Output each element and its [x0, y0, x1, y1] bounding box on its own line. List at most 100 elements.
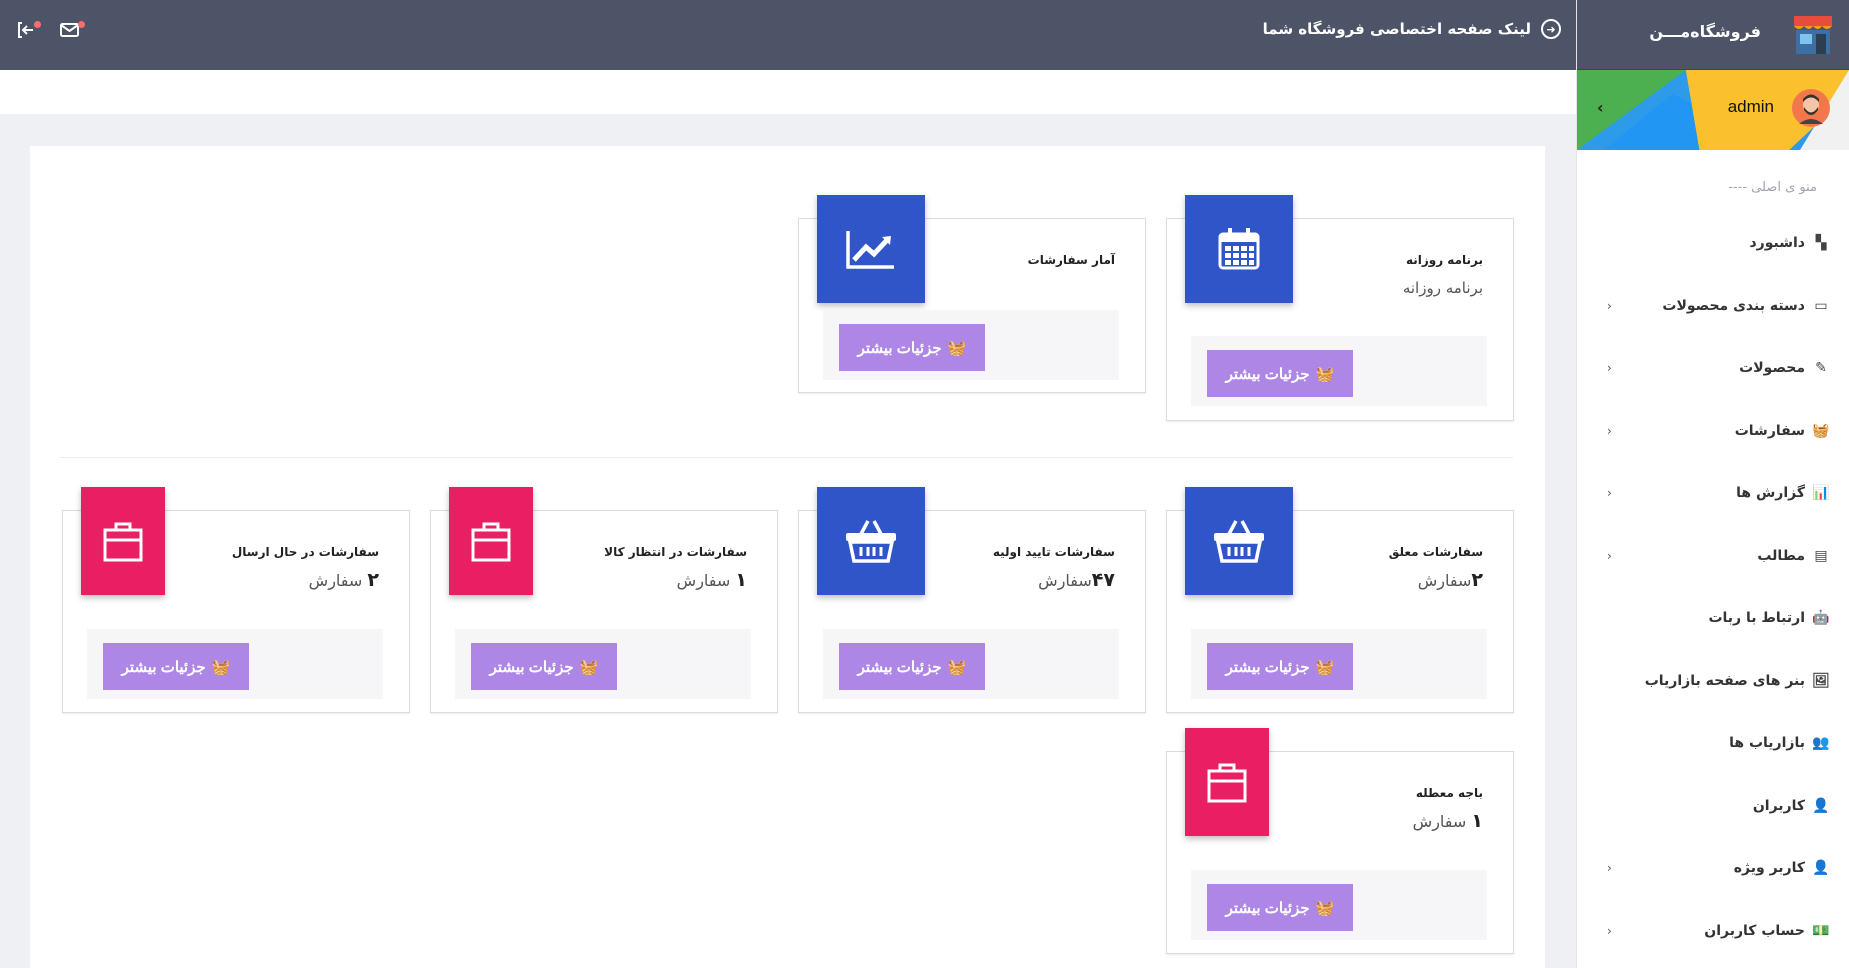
sidebar-item-label: کاربران: [1752, 797, 1805, 814]
count-unit: سفارش: [676, 571, 731, 590]
trending-up-icon: [846, 231, 894, 269]
count-number: ۲: [367, 569, 379, 591]
money-icon: 💵: [1812, 922, 1830, 939]
shopping-bag-icon: [1207, 763, 1247, 803]
messages-button[interactable]: [58, 18, 86, 42]
sidebar-item[interactable]: 📊 گزارش ها ‹: [1577, 462, 1849, 525]
more-details-button[interactable]: 🧺 جزئیات بیشتر: [103, 643, 249, 690]
count-unit: سفارش: [1038, 571, 1092, 590]
top-bar: ➜ لینک صفحه اختصاصی فروشگاه شما: [0, 0, 1576, 70]
card-subtitle: برنامه روزانه: [1402, 279, 1483, 297]
more-details-label: جزئیات بیشتر: [857, 658, 942, 676]
notification-dot: [78, 21, 85, 28]
sidebar-item[interactable]: 🖼 بنر های صفحه بازاریاب: [1577, 650, 1849, 713]
more-details-button[interactable]: 🧺 جزئیات بیشتر: [839, 324, 985, 371]
card-footer: 🧺 جزئیات بیشتر: [823, 629, 1119, 699]
sidebar-item[interactable]: 🧺 سفارشات ‹: [1577, 400, 1849, 463]
sidebar-item[interactable]: ▭ دسته بندی محصولات ‹: [1577, 275, 1849, 338]
section-divider: [60, 457, 1513, 458]
more-details-button[interactable]: 🧺 جزئیات بیشتر: [471, 643, 617, 690]
pending-orders-card: سفارشات معلق ۲سفارش 🧺 جزئیات بیشتر: [1166, 487, 1514, 713]
sidebar-item[interactable]: 👤 کاربر ویژه ‹: [1577, 837, 1849, 900]
sidebar-item[interactable]: ▤ مطالب ‹: [1577, 525, 1849, 588]
sidebar-item-label: مطالب: [1757, 547, 1805, 564]
users-icon: 👥: [1812, 735, 1830, 752]
sidebar-item-label: بازاریاب ها: [1729, 735, 1805, 752]
basket-icon: [846, 520, 896, 563]
sidebar-item-label: محصولات: [1739, 360, 1805, 377]
chevron-left-icon[interactable]: ‹: [1607, 424, 1612, 438]
more-details-button[interactable]: 🧺 جزئیات بیشتر: [839, 643, 985, 690]
order-count: ۲ سفارش: [309, 569, 379, 591]
calendar-icon: [1218, 228, 1260, 270]
order-count: ۱ سفارش: [677, 569, 747, 591]
sidebar-item[interactable]: ✎ محصولات ‹: [1577, 337, 1849, 400]
more-details-button[interactable]: 🧺 جزئیات بیشتر: [1207, 350, 1353, 397]
sidebar-item[interactable]: 👥 بازاریاب ها: [1577, 712, 1849, 775]
image-icon: 🖼: [1812, 672, 1830, 689]
chevron-left-icon[interactable]: ‹: [1607, 361, 1612, 375]
calendar-icon: ▤: [1814, 547, 1828, 564]
daily-schedule-icon-box: [1185, 195, 1293, 303]
more-details-label: جزئیات بیشتر: [1225, 365, 1310, 383]
user-box: ‹ admin: [1577, 70, 1849, 150]
order-count: ۱ سفارش: [1413, 810, 1483, 832]
sidebar-item[interactable]: ▚ داشبورد: [1577, 212, 1849, 275]
stale-orders-card: باجه معطله ۱ سفارش 🧺 جزئیات بیشتر: [1166, 728, 1514, 954]
chevron-left-icon[interactable]: ‹: [1607, 549, 1612, 563]
more-details-label: جزئیات بیشتر: [1225, 658, 1310, 676]
pending-orders-icon-box: [1185, 487, 1293, 595]
count-number: ۱: [1471, 810, 1483, 832]
sidebar-item-label: داشبورد: [1749, 235, 1806, 252]
brand-bar: فروشگاه‌مـــن: [1577, 0, 1849, 70]
avatar[interactable]: [1791, 88, 1831, 128]
notification-dot: [34, 21, 41, 28]
basket-icon: 🧺: [211, 658, 231, 676]
shop-page-link[interactable]: ➜ لینک صفحه اختصاصی فروشگاه شما: [1263, 17, 1561, 41]
sidebar-item-label: گزارش ها: [1736, 485, 1805, 502]
basket-icon: 🧺: [1315, 658, 1335, 676]
count-number: ۴۷: [1091, 569, 1115, 591]
card-title: باجه معطله: [1415, 786, 1483, 800]
android-icon: 🤖: [1812, 610, 1830, 627]
initial-approval-card: سفارشات تایید اولیه ۴۷سفارش 🧺 جزئیات بیش…: [798, 487, 1146, 713]
awaiting-goods-card: سفارشات در انتظار کالا ۱ سفارش 🧺 جزئیات …: [430, 487, 778, 713]
brand-name: فروشگاه‌مـــن: [1649, 22, 1761, 41]
basket-icon: 🧺: [1315, 365, 1335, 383]
sidebar-item-label: بنر های صفحه بازاریاب: [1644, 672, 1805, 689]
basket-icon: [1214, 520, 1264, 563]
sidebar-item-label: حساب کاربران: [1704, 922, 1805, 939]
more-details-label: جزئیات بیشتر: [121, 658, 206, 676]
edit-icon: ✎: [1815, 360, 1827, 377]
folder-icon: ▭: [1814, 297, 1828, 314]
sidebar-item[interactable]: 🤖 ارتباط با ربات: [1577, 587, 1849, 650]
awaiting-goods-icon-box: [449, 487, 533, 595]
chevron-left-icon[interactable]: ‹: [1597, 98, 1604, 117]
count-unit: سفارش: [1417, 571, 1472, 590]
order-stats-icon-box: [817, 195, 925, 303]
card-footer: 🧺 جزئیات بیشتر: [823, 310, 1119, 380]
more-details-button[interactable]: 🧺 جزئیات بیشتر: [1207, 884, 1353, 931]
chevron-left-icon[interactable]: ‹: [1607, 924, 1612, 938]
more-details-button[interactable]: 🧺 جزئیات بیشتر: [1207, 643, 1353, 690]
sidebar-item[interactable]: 💵 حساب کاربران ‹: [1577, 900, 1849, 963]
chevron-left-icon[interactable]: ‹: [1607, 861, 1612, 875]
more-details-label: جزئیات بیشتر: [1225, 899, 1310, 917]
shopping-bag-icon: [103, 522, 143, 562]
order-count: ۴۷سفارش: [1038, 569, 1115, 591]
sidebar: فروشگاه‌مـــن ‹ admin ---- منو ی اصلی ▚ د…: [1576, 0, 1849, 968]
basket-icon: 🧺: [947, 658, 967, 676]
sidebar-item-label: ارتباط با ربات: [1708, 610, 1805, 627]
logout-button[interactable]: [14, 18, 42, 42]
card-footer: 🧺 جزئیات بیشتر: [87, 629, 383, 699]
card-footer: 🧺 جزئیات بیشتر: [455, 629, 751, 699]
menu-header: ---- منو ی اصلی: [1728, 180, 1817, 195]
basket-icon: 🧺: [1315, 899, 1335, 917]
card-title: سفارشات تایید اولیه: [992, 545, 1115, 559]
sidebar-item[interactable]: 👤 کاربران: [1577, 775, 1849, 838]
order-count: ۲سفارش: [1418, 569, 1483, 591]
count-number: ۲: [1471, 569, 1483, 591]
count-unit: سفارش: [308, 571, 363, 590]
chevron-left-icon[interactable]: ‹: [1607, 486, 1612, 500]
chevron-left-icon[interactable]: ‹: [1607, 299, 1612, 313]
